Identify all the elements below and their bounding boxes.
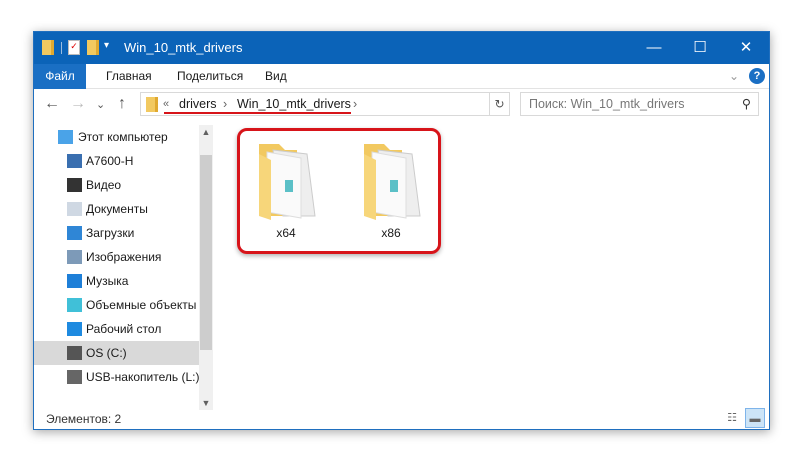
expand-ribbon-icon[interactable]: ⌄ xyxy=(729,64,739,89)
sidebar-item[interactable]: OS (C:) xyxy=(34,341,199,365)
close-button[interactable]: ✕ xyxy=(723,32,769,64)
sidebar-item-label: Рабочий стол xyxy=(86,322,162,336)
video-icon xyxy=(67,178,82,192)
forward-button[interactable]: → xyxy=(70,95,86,113)
navigation-bar: ← → ⌄ ↑ « drivers › Win_10_mtk_drivers ›… xyxy=(34,90,769,120)
folder-item-x86[interactable]: x86 xyxy=(346,134,436,244)
sidebar-item[interactable]: Музыка xyxy=(34,269,199,293)
sidebar-item[interactable]: Этот компьютер xyxy=(34,125,199,149)
usb-drive-icon xyxy=(67,370,82,384)
sidebar-item-label: Видео xyxy=(86,178,122,192)
crumb-drivers[interactable]: drivers xyxy=(179,97,217,111)
file-name: x64 xyxy=(276,226,296,240)
customize-quick-access-icon[interactable]: ▾ xyxy=(104,40,109,51)
search-icon[interactable]: ⚲ xyxy=(742,96,751,111)
tab-home[interactable]: Главная xyxy=(106,64,152,89)
explorer-window: ✓ ▾ Win_10_mtk_drivers — ☐ ✕ Файл Главна… xyxy=(33,31,770,430)
details-view-button[interactable]: ☷ xyxy=(722,408,742,428)
divider xyxy=(61,42,62,54)
sidebar-item[interactable]: Видео xyxy=(34,173,199,197)
ribbon: Файл Главная Поделиться Вид ⌄ ? xyxy=(34,64,769,89)
sidebar-item[interactable]: Загрузки xyxy=(34,221,199,245)
sidebar-item-label: Изображения xyxy=(86,250,162,264)
sidebar-item-label: OS (C:) xyxy=(86,346,127,360)
sidebar-item[interactable]: Объемные объекты xyxy=(34,293,199,317)
back-button[interactable]: ← xyxy=(44,95,60,113)
drive-icon xyxy=(67,346,82,360)
overflow-crumb[interactable]: « xyxy=(163,98,169,110)
phone-icon xyxy=(67,154,82,168)
sidebar-item[interactable]: Изображения xyxy=(34,245,199,269)
up-button[interactable]: ↑ xyxy=(118,95,126,113)
crumb-separator[interactable]: › xyxy=(353,97,357,111)
status-item-count: Элементов: 2 xyxy=(46,412,122,426)
refresh-button[interactable]: ↻ xyxy=(490,92,510,116)
new-folder-icon[interactable] xyxy=(87,40,99,55)
highlight-underline xyxy=(164,112,351,114)
downloads-icon xyxy=(67,226,82,240)
sidebar-item-label: A7600-H xyxy=(86,154,134,168)
sidebar-item-label: USB-накопитель (L:) xyxy=(86,370,200,384)
scroll-down-icon[interactable]: ▼ xyxy=(199,398,213,408)
scrollbar-thumb[interactable] xyxy=(200,155,212,350)
properties-icon[interactable]: ✓ xyxy=(68,40,80,55)
folder-item-x64[interactable]: x64 xyxy=(241,134,331,244)
help-icon[interactable]: ? xyxy=(749,68,765,84)
folder-icon xyxy=(259,144,316,220)
sidebar-item[interactable]: USB-накопитель (L:) xyxy=(34,365,199,389)
sidebar-item[interactable]: A7600-H xyxy=(34,149,199,173)
search-input[interactable]: Поиск: Win_10_mtk_drivers ⚲ xyxy=(520,92,759,116)
sidebar-item[interactable]: Документы xyxy=(34,197,199,221)
scroll-up-icon[interactable]: ▲ xyxy=(199,127,213,137)
pictures-icon xyxy=(67,250,82,264)
folder-icon xyxy=(364,144,421,220)
documents-icon xyxy=(67,202,82,216)
folder-icon xyxy=(146,97,158,112)
computer-icon xyxy=(58,130,73,144)
music-icon xyxy=(67,274,82,288)
tab-share[interactable]: Поделиться xyxy=(177,64,243,89)
sidebar-item-label: Этот компьютер xyxy=(78,130,168,144)
sidebar-scrollbar[interactable]: ▲ ▼ xyxy=(199,125,213,410)
large-icons-view-button[interactable]: ▬ xyxy=(745,408,765,428)
3d-objects-icon xyxy=(67,298,82,312)
desktop-icon xyxy=(67,322,82,336)
folder-icon xyxy=(42,40,54,55)
maximize-button[interactable]: ☐ xyxy=(677,32,723,64)
sidebar-item-label: Объемные объекты xyxy=(86,298,197,312)
window-title: Win_10_mtk_drivers xyxy=(124,40,243,55)
title-bar: ✓ ▾ Win_10_mtk_drivers — ☐ ✕ xyxy=(34,32,769,64)
crumb-separator[interactable]: › xyxy=(223,97,227,111)
sidebar-item[interactable]: Рабочий стол xyxy=(34,317,199,341)
sidebar-item-label: Музыка xyxy=(86,274,129,288)
navigation-pane: Этот компьютер A7600-H Видео Документы Загру… xyxy=(34,125,199,410)
tab-view[interactable]: Вид xyxy=(265,64,287,89)
search-placeholder: Поиск: Win_10_mtk_drivers xyxy=(529,97,685,111)
tab-file[interactable]: Файл xyxy=(34,64,86,89)
crumb-current[interactable]: Win_10_mtk_drivers xyxy=(237,97,351,111)
minimize-button[interactable]: — xyxy=(631,32,677,64)
recent-locations-button[interactable]: ⌄ xyxy=(96,98,105,111)
file-name: x86 xyxy=(381,226,401,240)
sidebar-item-label: Документы xyxy=(86,202,148,216)
sidebar-item-label: Загрузки xyxy=(86,226,135,240)
